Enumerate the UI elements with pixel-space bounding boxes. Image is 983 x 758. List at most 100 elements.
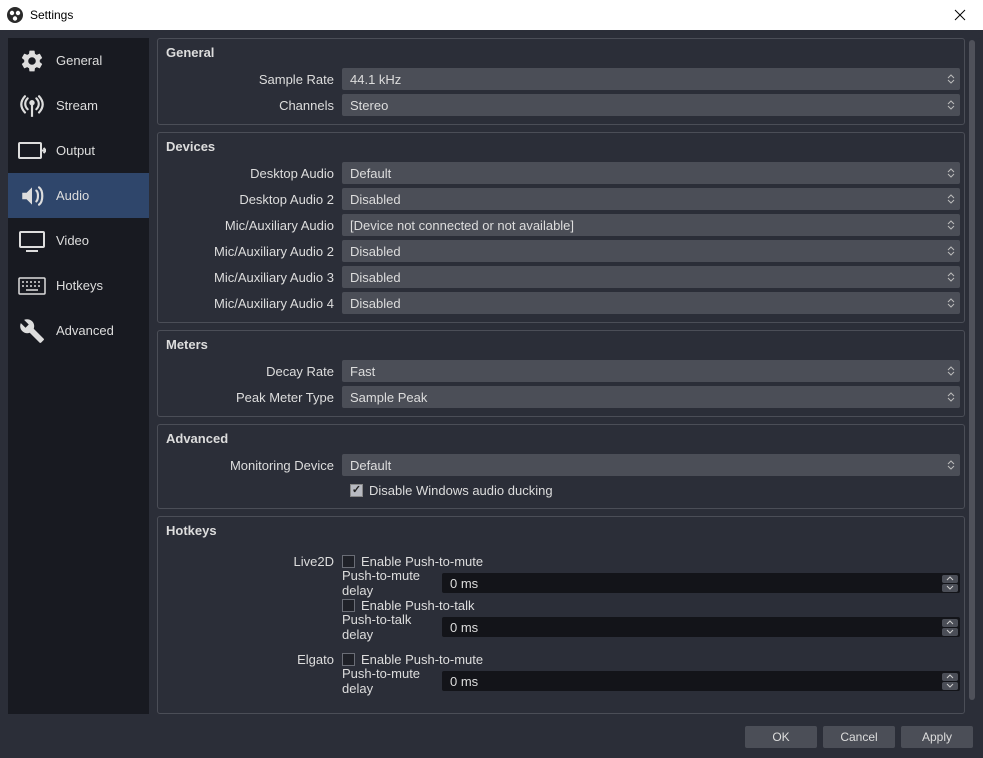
app-icon <box>6 6 24 24</box>
updown-icon <box>946 98 956 112</box>
sidebar-item-label: Hotkeys <box>56 278 103 293</box>
enable-ptm-label: Enable Push-to-mute <box>361 652 483 667</box>
window-title: Settings <box>30 8 73 22</box>
hotkey-device-block: Live2D Enable Push-to-mute Push-to-mute … <box>162 550 960 638</box>
updown-icon <box>946 72 956 86</box>
ptm-delay-input[interactable]: 0 ms <box>442 573 960 593</box>
sidebar-item-label: Stream <box>56 98 98 113</box>
device-label: Desktop Audio <box>162 166 342 181</box>
sidebar-item-advanced[interactable]: Advanced <box>8 308 149 353</box>
channels-label: Channels <box>162 98 342 113</box>
updown-icon <box>946 218 956 232</box>
enable-ptm-checkbox[interactable] <box>342 555 355 568</box>
scrollbar[interactable] <box>969 40 975 700</box>
sidebar-item-video[interactable]: Video <box>8 218 149 263</box>
antenna-icon <box>18 92 46 120</box>
sample-rate-select[interactable]: 44.1 kHz <box>342 68 960 90</box>
monitor-icon <box>18 227 46 255</box>
updown-icon <box>946 458 956 472</box>
close-icon <box>954 9 966 21</box>
enable-ptm-label: Enable Push-to-mute <box>361 554 483 569</box>
hotkey-device-name: Elgato <box>162 648 342 692</box>
main-panel: General Sample Rate 44.1 kHz Channels St… <box>157 38 975 714</box>
monitoring-device-select[interactable]: Default <box>342 454 960 476</box>
ptt-delay-input[interactable]: 0 ms <box>442 617 960 637</box>
content-area: General Stream Output Audio Video <box>0 30 983 758</box>
hotkey-device-block: Elgato Enable Push-to-mute Push-to-mute … <box>162 648 960 692</box>
updown-icon <box>946 390 956 404</box>
group-title: Devices <box>158 133 964 156</box>
keyboard-icon <box>18 272 46 300</box>
group-meters: Meters Decay RateFast Peak Meter TypeSam… <box>157 330 965 417</box>
updown-icon <box>946 270 956 284</box>
updown-icon <box>946 296 956 310</box>
ptm-delay-input[interactable]: 0 ms <box>442 671 960 691</box>
enable-ptt-label: Enable Push-to-talk <box>361 598 474 613</box>
device-label: Mic/Auxiliary Audio 2 <box>162 244 342 259</box>
sidebar-item-label: General <box>56 53 102 68</box>
updown-icon <box>946 192 956 206</box>
spin-down-button[interactable] <box>942 682 958 690</box>
desktop-audio-2-select[interactable]: Disabled <box>342 188 960 210</box>
spin-up-button[interactable] <box>942 673 958 681</box>
tools-icon <box>18 317 46 345</box>
updown-icon <box>946 364 956 378</box>
spin-up-button[interactable] <box>942 575 958 583</box>
group-title: Meters <box>158 331 964 354</box>
device-label: Mic/Auxiliary Audio 3 <box>162 270 342 285</box>
enable-ptt-checkbox[interactable] <box>342 599 355 612</box>
sidebar-item-label: Output <box>56 143 95 158</box>
sidebar-item-label: Video <box>56 233 89 248</box>
disable-ducking-label: Disable Windows audio ducking <box>369 483 553 498</box>
ptm-delay-label: Push-to-mute delay <box>342 666 442 696</box>
sample-rate-label: Sample Rate <box>162 72 342 87</box>
settings-window: Settings General Stream Output <box>0 0 983 758</box>
channels-select[interactable]: Stereo <box>342 94 960 116</box>
footer: OK Cancel Apply <box>0 722 983 758</box>
spin-up-button[interactable] <box>942 619 958 627</box>
sidebar-item-hotkeys[interactable]: Hotkeys <box>8 263 149 308</box>
sidebar-item-audio[interactable]: Audio <box>8 173 149 218</box>
group-title: Advanced <box>158 425 964 448</box>
sidebar-item-general[interactable]: General <box>8 38 149 83</box>
gear-icon <box>18 47 46 75</box>
enable-ptm-checkbox[interactable] <box>342 653 355 666</box>
disable-ducking-checkbox[interactable] <box>350 484 363 497</box>
group-devices: Devices Desktop AudioDefault Desktop Aud… <box>157 132 965 323</box>
output-icon <box>18 137 46 165</box>
mic-aux-2-select[interactable]: Disabled <box>342 240 960 262</box>
spin-down-button[interactable] <box>942 584 958 592</box>
device-label: Desktop Audio 2 <box>162 192 342 207</box>
mic-aux-3-select[interactable]: Disabled <box>342 266 960 288</box>
decay-rate-label: Decay Rate <box>162 364 342 379</box>
group-hotkeys: Hotkeys Live2D Enable Push-to-mute Push-… <box>157 516 965 714</box>
peak-meter-label: Peak Meter Type <box>162 390 342 405</box>
cancel-button[interactable]: Cancel <box>823 726 895 748</box>
sidebar-item-output[interactable]: Output <box>8 128 149 173</box>
ok-button[interactable]: OK <box>745 726 817 748</box>
desktop-audio-select[interactable]: Default <box>342 162 960 184</box>
group-general: General Sample Rate 44.1 kHz Channels St… <box>157 38 965 125</box>
group-advanced: Advanced Monitoring DeviceDefault Disabl… <box>157 424 965 509</box>
peak-meter-select[interactable]: Sample Peak <box>342 386 960 408</box>
sidebar-item-label: Advanced <box>56 323 114 338</box>
sidebar: General Stream Output Audio Video <box>8 38 149 714</box>
mic-aux-select[interactable]: [Device not connected or not available] <box>342 214 960 236</box>
hotkey-device-name: Live2D <box>162 550 342 638</box>
close-button[interactable] <box>937 0 983 30</box>
group-title: General <box>158 39 964 62</box>
speaker-icon <box>18 182 46 210</box>
device-label: Mic/Auxiliary Audio <box>162 218 342 233</box>
titlebar: Settings <box>0 0 983 30</box>
apply-button[interactable]: Apply <box>901 726 973 748</box>
monitoring-device-label: Monitoring Device <box>162 458 342 473</box>
sidebar-item-label: Audio <box>56 188 89 203</box>
updown-icon <box>946 166 956 180</box>
decay-rate-select[interactable]: Fast <box>342 360 960 382</box>
sidebar-item-stream[interactable]: Stream <box>8 83 149 128</box>
mic-aux-4-select[interactable]: Disabled <box>342 292 960 314</box>
group-title: Hotkeys <box>158 517 964 540</box>
device-label: Mic/Auxiliary Audio 4 <box>162 296 342 311</box>
updown-icon <box>946 244 956 258</box>
spin-down-button[interactable] <box>942 628 958 636</box>
